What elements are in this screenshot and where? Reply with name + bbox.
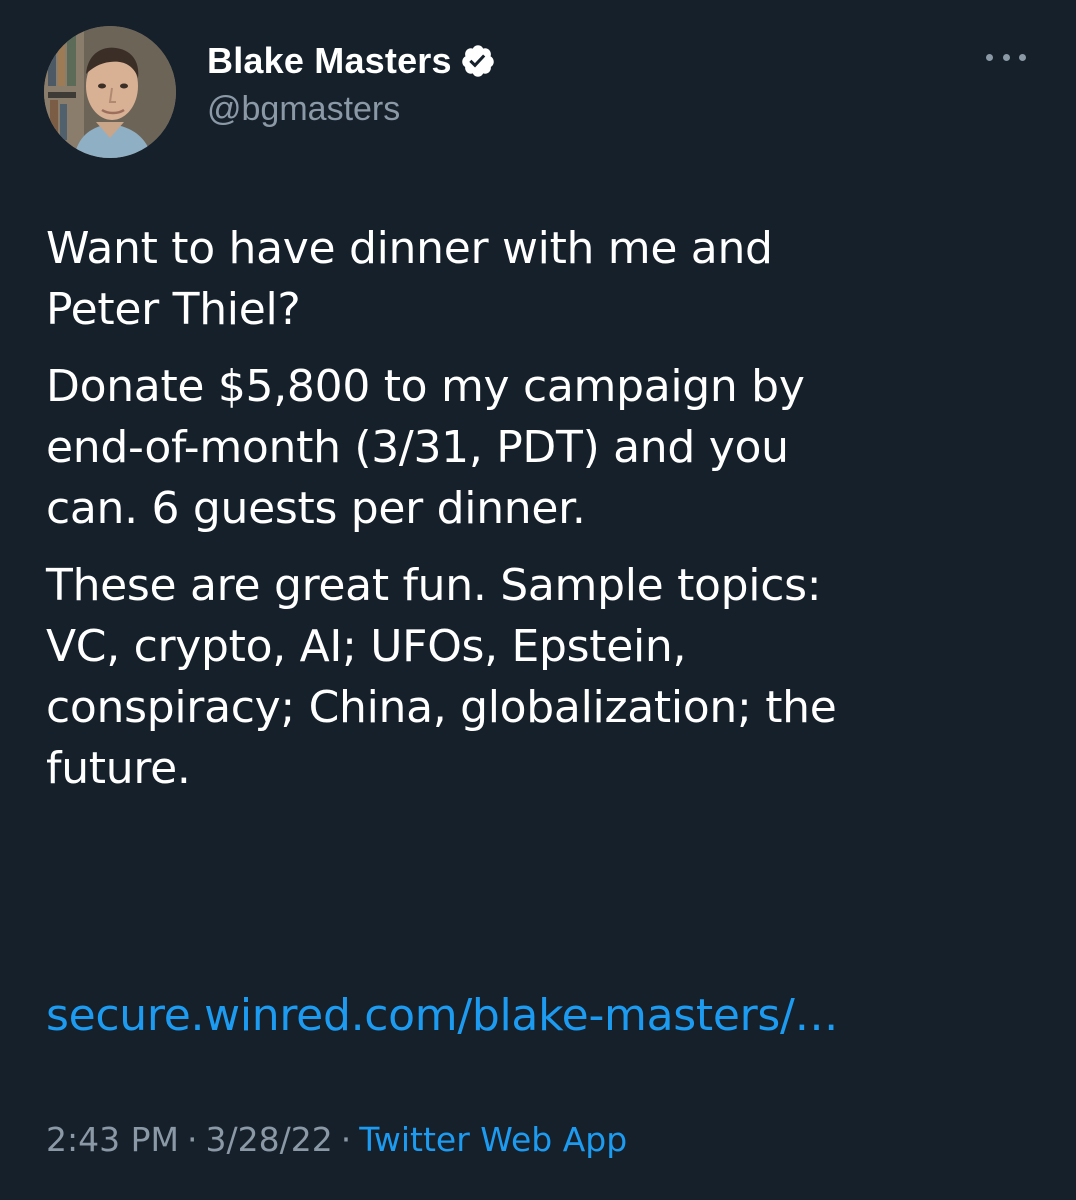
tweet-metadata: 2:43 PM · 3/28/22 · Twitter Web App [46,1120,627,1159]
tweet-paragraph: These are great fun. Sample topics: VC, … [46,560,837,794]
avatar-photo [44,26,176,158]
tweet-text: Want to have dinner with me and Peter Th… [46,218,1036,815]
tweet-date[interactable]: 3/28/22 [205,1120,332,1159]
tweet-paragraph: Donate $5,800 to my campaign by end-of-m… [46,361,805,534]
more-options-icon[interactable] [986,42,1026,72]
display-name[interactable]: Blake Masters [207,40,452,82]
tweet-paragraph: Want to have dinner with me and Peter Th… [46,223,773,335]
tweet-time[interactable]: 2:43 PM [46,1120,179,1159]
meta-separator: · [186,1120,198,1159]
tweet-link[interactable]: secure.winred.com/blake-masters/… [46,985,839,1046]
user-handle[interactable]: @bgmasters [207,90,496,129]
tweet-card: Blake Masters @bgmasters Want to have di… [0,0,1076,1200]
verified-badge-icon [460,43,496,79]
more-dot [1019,53,1026,61]
more-dot [986,53,993,61]
tweet-source[interactable]: Twitter Web App [359,1120,627,1159]
more-dot [1002,53,1010,61]
name-row: Blake Masters [207,38,496,84]
avatar[interactable] [44,26,176,158]
meta-separator: · [340,1120,352,1159]
author-info: Blake Masters @bgmasters [207,38,496,129]
